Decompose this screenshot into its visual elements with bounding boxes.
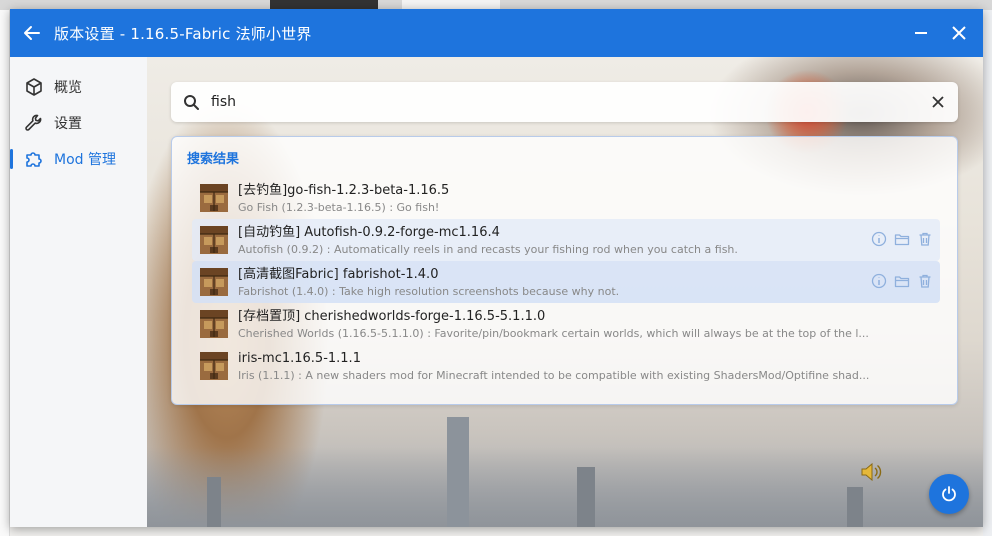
search-results-title: 搜索结果 [187, 152, 240, 167]
mod-list-item[interactable]: iris-mc1.16.5-1.1.1 Iris (1.1.1) : A new… [192, 345, 940, 387]
crafting-table-icon [200, 226, 228, 254]
info-button[interactable] [870, 272, 888, 290]
delete-button[interactable] [916, 230, 934, 248]
sidebar-item-label: Mod 管理 [54, 152, 116, 168]
mod-name: [高清截图Fabric] fabrishot-1.4.0 [238, 266, 439, 282]
mod-text: [存档置顶] cherishedworlds-forge-1.16.5-5.1.… [238, 308, 940, 341]
close-icon [952, 26, 966, 40]
sidebar: 概览 设置 Mod 管理 [10, 57, 147, 527]
wrench-icon [24, 113, 44, 133]
title-bar: 版本设置 - 1.16.5-Fabric 法师小世界 [10, 9, 983, 57]
mod-name: iris-mc1.16.5-1.1.1 [238, 350, 361, 366]
info-button[interactable] [870, 230, 888, 248]
background-tower [207, 477, 221, 527]
mod-list: [去钓鱼]go-fish-1.2.3-beta-1.16.5 Go Fish (… [192, 177, 940, 387]
minimize-icon [915, 32, 927, 34]
sidebar-item-overview[interactable]: 概览 [10, 69, 147, 105]
sidebar-item-settings[interactable]: 设置 [10, 105, 147, 141]
puzzle-icon [24, 149, 44, 169]
info-icon [871, 273, 887, 289]
mod-actions [870, 230, 934, 248]
mod-actions [870, 272, 934, 290]
mod-description: Cherished Worlds (1.16.5-5.1.1.0) : Favo… [238, 326, 869, 340]
background-tower [577, 467, 595, 527]
mod-description: Fabrishot (1.4.0) : Take high resolution… [238, 284, 620, 298]
info-icon [871, 231, 887, 247]
trash-icon [919, 274, 931, 288]
mod-name: [去钓鱼]go-fish-1.2.3-beta-1.16.5 [238, 182, 450, 198]
mod-description: Iris (1.1.1) : A new shaders mod for Min… [238, 368, 870, 382]
close-window-button[interactable] [943, 17, 975, 49]
search-input[interactable] [211, 94, 918, 110]
mod-description: Autofish (0.9.2) : Automatically reels i… [238, 242, 738, 256]
mod-list-item[interactable]: [存档置顶] cherishedworlds-forge-1.16.5-5.1.… [192, 303, 940, 345]
mod-list-item[interactable]: [自动钓鱼] Autofish-0.9.2-forge-mc1.16.4 Aut… [192, 219, 940, 261]
version-settings-window: 版本设置 - 1.16.5-Fabric 法师小世界 概览 设置 Mod 管理 … [10, 9, 983, 527]
trash-icon [919, 232, 931, 246]
mod-text: [去钓鱼]go-fish-1.2.3-beta-1.16.5 Go Fish (… [238, 182, 940, 215]
speaker-icon [861, 462, 882, 482]
window-controls [905, 9, 975, 57]
background-tower [847, 487, 863, 527]
crafting-table-icon [200, 352, 228, 380]
desktop-left-edge [0, 10, 10, 536]
search-bar [171, 82, 958, 122]
mod-text: [自动钓鱼] Autofish-0.9.2-forge-mc1.16.4 Aut… [238, 224, 940, 257]
folder-icon [894, 234, 910, 246]
background-tower [447, 417, 469, 527]
window-title: 版本设置 - 1.16.5-Fabric 法师小世界 [54, 24, 312, 43]
sidebar-item-label: 设置 [54, 116, 82, 132]
mod-list-item[interactable]: [去钓鱼]go-fish-1.2.3-beta-1.16.5 Go Fish (… [192, 177, 940, 219]
desktop-right-edge [983, 10, 992, 536]
back-button[interactable] [10, 9, 54, 57]
sidebar-item-mod-management[interactable]: Mod 管理 [10, 141, 147, 177]
power-icon [942, 486, 956, 502]
mod-description: Go Fish (1.2.3-beta-1.16.5) : Go fish! [238, 200, 440, 214]
close-icon [932, 96, 944, 108]
open-folder-button[interactable] [893, 230, 911, 248]
crafting-table-icon [200, 268, 228, 296]
mod-management-panel: 搜索结果 [去钓鱼]go-fish-1.2.3-beta-1.16.5 Go F… [147, 57, 983, 527]
mod-name: [存档置顶] cherishedworlds-forge-1.16.5-5.1.… [238, 308, 546, 324]
delete-button[interactable] [916, 272, 934, 290]
mod-list-item[interactable]: [高清截图Fabric] fabrishot-1.4.0 Fabrishot (… [192, 261, 940, 303]
mod-name: [自动钓鱼] Autofish-0.9.2-forge-mc1.16.4 [238, 224, 500, 240]
crafting-table-icon [200, 184, 228, 212]
sidebar-item-label: 概览 [54, 80, 82, 96]
cube-icon [24, 77, 44, 97]
sound-toggle-button[interactable] [859, 460, 883, 484]
arrow-left-icon [24, 26, 40, 40]
crafting-table-icon [200, 310, 228, 338]
search-results-card: 搜索结果 [去钓鱼]go-fish-1.2.3-beta-1.16.5 Go F… [171, 136, 958, 405]
minimize-button[interactable] [905, 17, 937, 49]
mod-text: [高清截图Fabric] fabrishot-1.4.0 Fabrishot (… [238, 266, 940, 299]
open-folder-button[interactable] [893, 272, 911, 290]
clear-search-button[interactable] [918, 82, 958, 122]
search-icon [171, 94, 211, 110]
mod-text: iris-mc1.16.5-1.1.1 Iris (1.1.1) : A new… [238, 350, 940, 383]
folder-icon [894, 276, 910, 288]
launch-game-button[interactable] [929, 474, 969, 514]
